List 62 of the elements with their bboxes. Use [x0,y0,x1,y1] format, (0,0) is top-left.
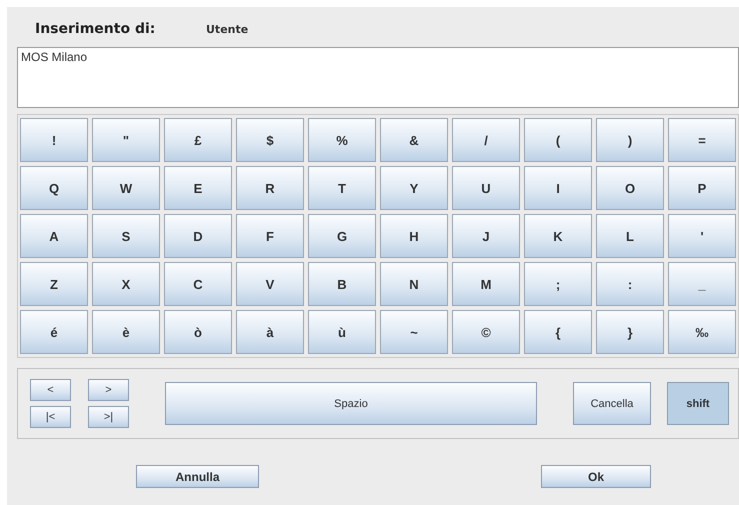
key-button[interactable]: è [92,310,160,354]
key-button[interactable]: _ [668,262,736,306]
key-button[interactable]: W [92,166,160,210]
key-button[interactable]: ‰ [668,310,736,354]
key-button[interactable]: ) [596,118,664,162]
key-button[interactable]: A [20,214,88,258]
cancel-button[interactable]: Annulla [136,465,259,488]
key-button[interactable]: ( [524,118,592,162]
key-button[interactable]: { [524,310,592,354]
key-button[interactable]: O [596,166,664,210]
key-button[interactable]: M [452,262,520,306]
key-button[interactable]: P [668,166,736,210]
key-button[interactable]: £ [164,118,232,162]
key-button[interactable]: ò [164,310,232,354]
key-button[interactable]: G [308,214,376,258]
key-button[interactable]: J [452,214,520,258]
key-button[interactable]: V [236,262,304,306]
key-button[interactable]: I [524,166,592,210]
delete-button[interactable]: Cancella [573,382,651,425]
cursor-button[interactable]: < [30,379,71,401]
key-button[interactable]: T [308,166,376,210]
cursor-button[interactable]: > [88,379,129,401]
key-button[interactable]: N [380,262,448,306]
space-button[interactable]: Spazio [165,382,537,425]
key-button[interactable]: / [452,118,520,162]
key-button[interactable]: ~ [380,310,448,354]
key-button[interactable]: } [596,310,664,354]
key-button[interactable]: " [92,118,160,162]
shift-button[interactable]: shift [667,382,729,425]
key-button[interactable]: F [236,214,304,258]
key-button[interactable]: Z [20,262,88,306]
key-button[interactable]: é [20,310,88,354]
key-button[interactable]: Q [20,166,88,210]
key-button[interactable]: ù [308,310,376,354]
key-button[interactable]: H [380,214,448,258]
key-button[interactable]: ; [524,262,592,306]
key-button[interactable]: L [596,214,664,258]
key-button[interactable]: ! [20,118,88,162]
input-field[interactable]: MOS Milano [17,47,739,108]
key-button[interactable]: U [452,166,520,210]
key-button[interactable]: % [308,118,376,162]
key-button[interactable]: K [524,214,592,258]
key-button[interactable]: D [164,214,232,258]
key-button[interactable]: = [668,118,736,162]
cursor-button[interactable]: |< [30,406,71,428]
key-button[interactable]: E [164,166,232,210]
key-button[interactable]: : [596,262,664,306]
key-button[interactable]: S [92,214,160,258]
key-button[interactable]: & [380,118,448,162]
key-button[interactable]: Y [380,166,448,210]
header-label: Inserimento di: [35,21,156,37]
key-button[interactable]: ' [668,214,736,258]
key-button[interactable]: à [236,310,304,354]
ok-button[interactable]: Ok [541,465,651,488]
field-name: Utente [206,23,248,36]
key-button[interactable]: B [308,262,376,306]
key-button[interactable]: © [452,310,520,354]
key-button[interactable]: X [92,262,160,306]
key-button[interactable]: C [164,262,232,306]
key-button[interactable]: $ [236,118,304,162]
key-button[interactable]: R [236,166,304,210]
cursor-button[interactable]: >| [88,406,129,428]
